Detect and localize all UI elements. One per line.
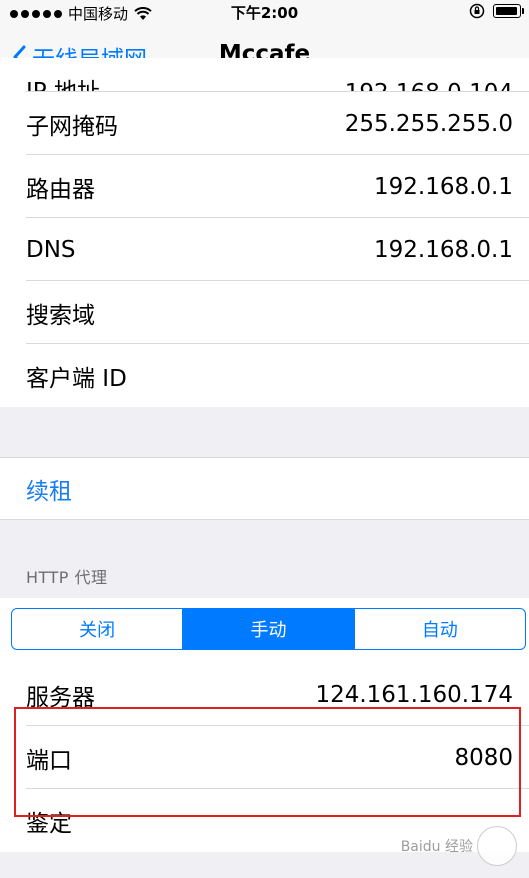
rotation-lock-icon [469, 3, 485, 19]
info-row-search-domain[interactable]: 搜索域 [0, 281, 529, 344]
proxy-server-label: 服务器 [26, 684, 95, 711]
battery-icon [493, 4, 524, 18]
segment-off[interactable]: 关闭 [12, 609, 182, 649]
info-label: 客户端 ID [26, 365, 127, 392]
info-row-ip: IP 地址 192.168.0.104 [0, 58, 529, 106]
proxy-port-row[interactable]: 端口 8080 [0, 726, 529, 789]
info-group: IP 地址 192.168.0.104 子网掩码 255.255.255.0 路… [0, 58, 529, 407]
status-bar: 中国移动 下午2:00 [0, 0, 529, 24]
info-row-router: 路由器 192.168.0.1 [0, 155, 529, 218]
watermark-label: Baidu 经验 [400, 839, 473, 855]
segment-manual[interactable]: 手动 [182, 609, 354, 649]
http-proxy-header: HTTP 代理 [0, 520, 529, 598]
settings-content: IP 地址 192.168.0.104 子网掩码 255.255.255.0 路… [0, 58, 529, 852]
status-time: 下午2:00 [230, 4, 299, 22]
watermark: Baidu 经验 [401, 826, 517, 866]
renew-lease-button[interactable]: 续租 [0, 457, 529, 520]
proxy-port-label: 端口 [26, 747, 72, 774]
info-label: DNS [26, 236, 76, 263]
info-row-dns[interactable]: DNS 192.168.0.1 [0, 218, 529, 281]
info-value: 192.168.0.1 [374, 173, 513, 200]
proxy-port-value[interactable]: 8080 [454, 745, 513, 771]
proxy-mode-segmented-control[interactable]: 关闭 手动 自动 [11, 608, 526, 650]
renew-lease-label: 续租 [26, 478, 72, 505]
segment-auto[interactable]: 自动 [353, 609, 525, 649]
info-row-client-id[interactable]: 客户端 ID [0, 344, 529, 407]
proxy-server-row[interactable]: 服务器 124.161.160.174 [0, 663, 529, 726]
info-value: 255.255.255.0 [344, 110, 513, 137]
info-row-subnet: 子网掩码 255.255.255.0 [0, 92, 529, 155]
info-label: 路由器 [26, 176, 95, 203]
proxy-auth-label: 鉴定 [26, 810, 72, 837]
http-proxy-header-label: HTTP 代理 [26, 568, 108, 587]
info-label: 搜索域 [26, 302, 95, 329]
proxy-spacer [0, 656, 529, 663]
proxy-server-value[interactable]: 124.161.160.174 [315, 682, 513, 708]
status-right [469, 3, 524, 19]
proxy-mode-container: 关闭 手动 自动 [0, 598, 529, 656]
info-value: 192.168.0.1 [374, 236, 513, 263]
toggle-switch-icon[interactable] [477, 826, 517, 866]
info-label: 子网掩码 [26, 113, 118, 140]
